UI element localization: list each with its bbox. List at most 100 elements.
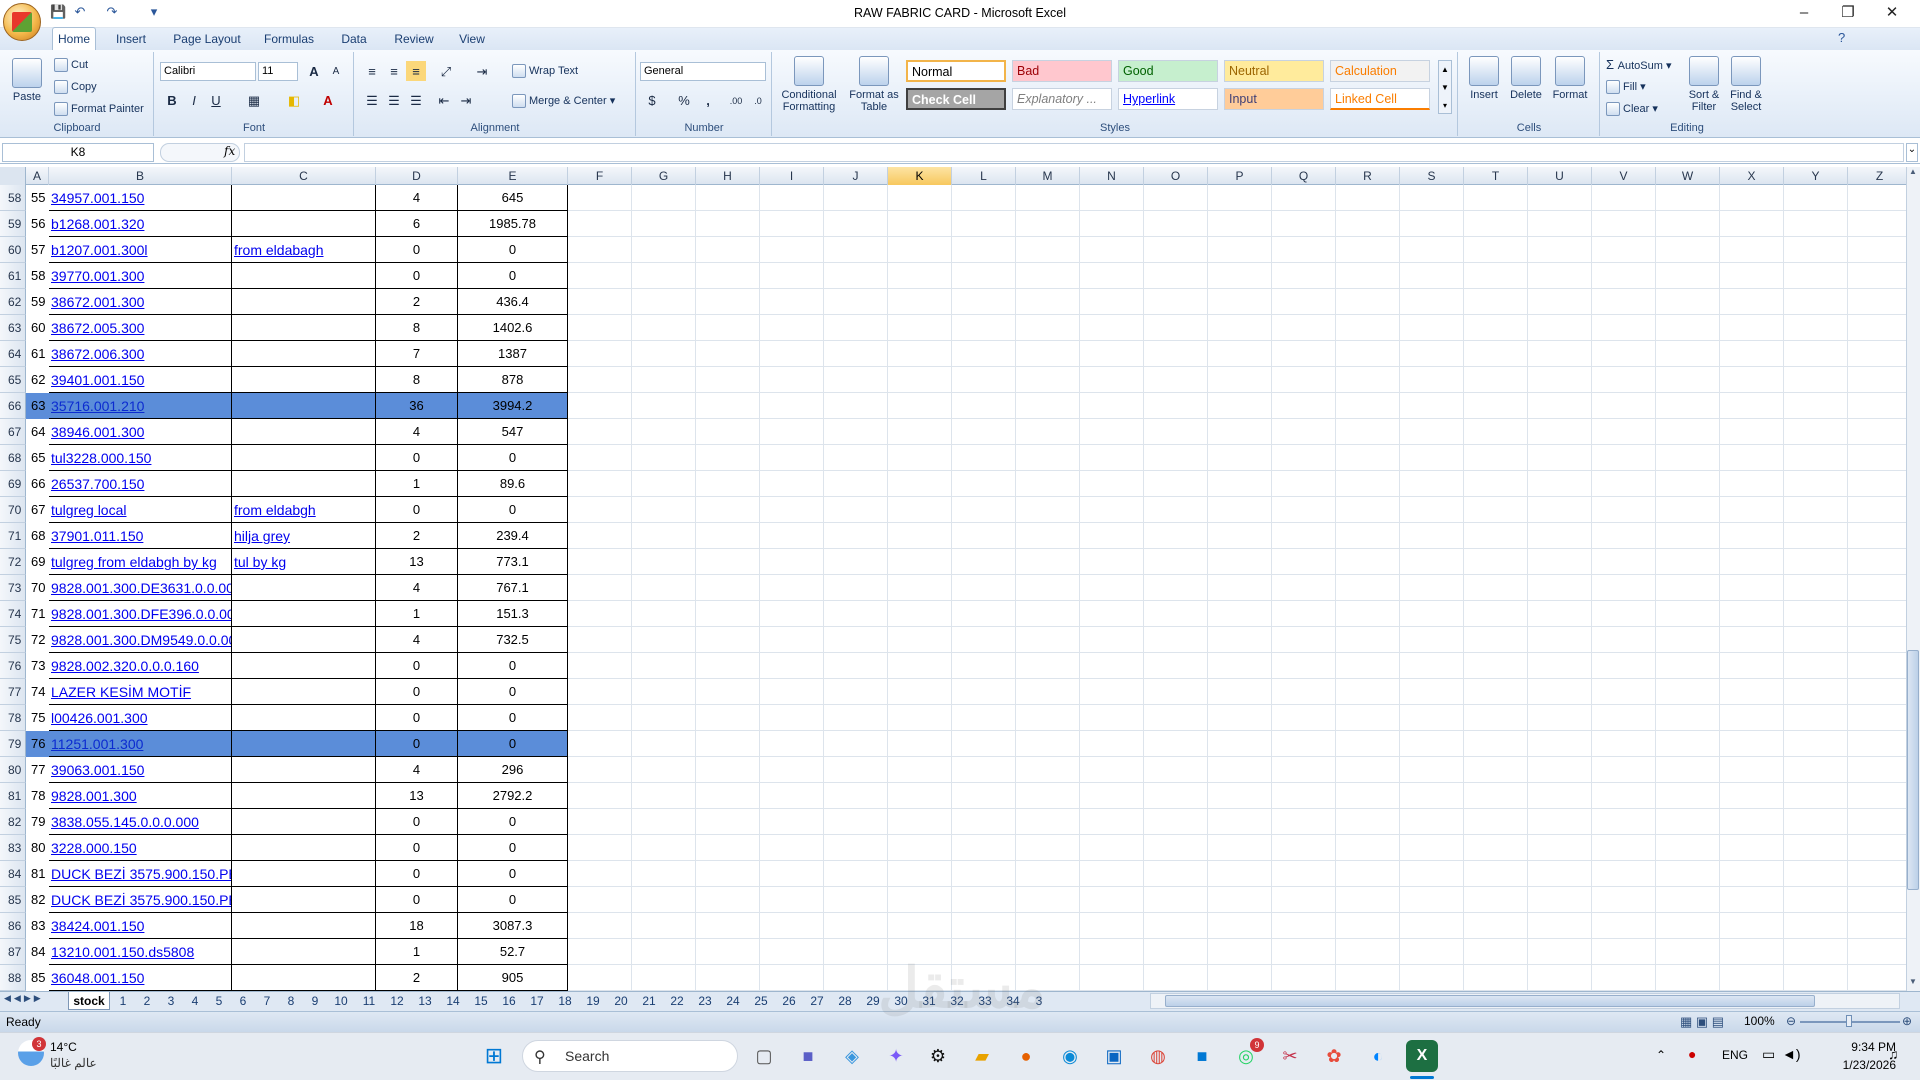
cell-e[interactable]: 0 — [458, 887, 568, 913]
hyperlink[interactable]: 39063.001.150 — [51, 762, 144, 778]
cell-c[interactable] — [232, 627, 376, 653]
help-icon[interactable]: ? — [1838, 30, 1845, 45]
cell-c[interactable] — [232, 315, 376, 341]
sheet-tab[interactable]: 2 — [136, 992, 158, 1010]
column-header-b[interactable]: B — [49, 167, 232, 185]
row-header[interactable]: 78 — [0, 705, 26, 731]
cell-a[interactable]: 57 — [26, 237, 49, 263]
cell-e[interactable]: 0 — [458, 861, 568, 887]
sheet-tab[interactable]: 21 — [636, 992, 662, 1010]
autosum-button[interactable]: Σ AutoSum ▾ — [1606, 58, 1671, 73]
name-box[interactable]: K8 — [2, 143, 154, 162]
cell-d[interactable]: 0 — [376, 263, 458, 289]
cell-a[interactable]: 56 — [26, 211, 49, 237]
cell-d[interactable]: 0 — [376, 445, 458, 471]
cell-a[interactable]: 72 — [26, 627, 49, 653]
cell-e[interactable]: 0 — [458, 835, 568, 861]
hyperlink[interactable]: 26537.700.150 — [51, 476, 144, 492]
row-header[interactable]: 72 — [0, 549, 26, 575]
style-calculation[interactable]: Calculation — [1330, 60, 1430, 82]
cell-d[interactable]: 18 — [376, 913, 458, 939]
column-header-t[interactable]: T — [1464, 167, 1528, 185]
sheet-tab[interactable]: 4 — [184, 992, 206, 1010]
cell-a[interactable]: 77 — [26, 757, 49, 783]
row-header[interactable]: 75 — [0, 627, 26, 653]
column-header-g[interactable]: G — [632, 167, 696, 185]
sort-filter-button[interactable]: Sort & Filter — [1684, 56, 1724, 113]
currency-button[interactable]: $ — [642, 90, 662, 110]
cell-c[interactable] — [232, 289, 376, 315]
row-header[interactable]: 87 — [0, 939, 26, 965]
column-header-n[interactable]: N — [1080, 167, 1144, 185]
column-header-y[interactable]: Y — [1784, 167, 1848, 185]
cell-c[interactable]: tul by kg — [232, 549, 376, 575]
cell-d[interactable]: 0 — [376, 731, 458, 757]
vertical-scroll-thumb[interactable] — [1907, 650, 1919, 890]
tab-view[interactable]: View — [450, 28, 494, 50]
style-check-cell[interactable]: Check Cell — [906, 88, 1006, 110]
cell-d[interactable]: 8 — [376, 315, 458, 341]
column-header-o[interactable]: O — [1144, 167, 1208, 185]
style-normal[interactable]: Normal — [906, 60, 1006, 82]
cell-d[interactable]: 0 — [376, 497, 458, 523]
decrease-decimal-icon[interactable]: .0 — [748, 90, 768, 110]
hyperlink[interactable]: tulgreg from eldabgh by kg — [51, 554, 217, 570]
sheet-tab[interactable]: 9 — [304, 992, 326, 1010]
minimize-button[interactable]: – — [1782, 0, 1826, 26]
sheet-tab[interactable]: 1 — [112, 992, 134, 1010]
hyperlink[interactable]: 9828.002.320.0.0.0.160 — [51, 658, 199, 674]
paint-icon[interactable]: ✿ — [1318, 1040, 1350, 1072]
cell-a[interactable]: 78 — [26, 783, 49, 809]
zoom-in-icon[interactable]: ⊕ — [1902, 1014, 1912, 1028]
sheet-tab[interactable]: 15 — [468, 992, 494, 1010]
row-header[interactable]: 64 — [0, 341, 26, 367]
align-center-icon[interactable]: ☰ — [384, 90, 404, 110]
sheet-tab[interactable]: 3 — [160, 992, 182, 1010]
widgets-icon[interactable]: ◈ — [836, 1040, 868, 1072]
cell-c[interactable] — [232, 783, 376, 809]
cell-c[interactable] — [232, 653, 376, 679]
cell-b[interactable]: 11251.001.300 — [49, 731, 232, 757]
column-header-i[interactable]: I — [760, 167, 824, 185]
sheet-tab[interactable]: 17 — [524, 992, 550, 1010]
cell-c[interactable] — [232, 471, 376, 497]
cut-button[interactable]: Cut — [54, 58, 88, 72]
sheet-tab[interactable]: 19 — [580, 992, 606, 1010]
cell-d[interactable]: 4 — [376, 627, 458, 653]
cell-d[interactable]: 2 — [376, 289, 458, 315]
cell-e[interactable]: 151.3 — [458, 601, 568, 627]
cell-b[interactable]: DUCK BEZİ 3575.900.150.PBM1739 MAVİ.0.0.… — [49, 887, 232, 913]
style-linked-cell[interactable]: Linked Cell — [1330, 88, 1430, 110]
cell-d[interactable]: 0 — [376, 679, 458, 705]
hyperlink[interactable]: 35716.001.210 — [51, 398, 144, 414]
cell-d[interactable]: 0 — [376, 835, 458, 861]
hyperlink[interactable]: 9828.001.300.DFE396.0.0.000 — [51, 606, 231, 622]
cell-b[interactable]: 34957.001.150 — [49, 185, 232, 211]
align-right-icon[interactable]: ☰ — [406, 90, 426, 110]
cell-d[interactable]: 13 — [376, 783, 458, 809]
notification-bell-icon[interactable]: ♫ — [1888, 1046, 1899, 1062]
hyperlink[interactable]: 13210.001.150.ds5808 — [51, 944, 194, 960]
increase-decimal-icon[interactable]: .00 — [726, 90, 746, 110]
cell-d[interactable]: 1 — [376, 939, 458, 965]
cell-c[interactable] — [232, 887, 376, 913]
row-header[interactable]: 67 — [0, 419, 26, 445]
cell-b[interactable]: 9828.001.300.DE3631.0.0.000 — [49, 575, 232, 601]
cell-a[interactable]: 73 — [26, 653, 49, 679]
edge-icon[interactable]: ◉ — [1054, 1040, 1086, 1072]
style-hyperlink[interactable]: Hyperlink — [1118, 88, 1218, 110]
column-header-w[interactable]: W — [1656, 167, 1720, 185]
zoom-out-icon[interactable]: ⊖ — [1786, 1014, 1796, 1028]
chrome-icon[interactable]: ◍ — [1142, 1040, 1174, 1072]
hyperlink[interactable]: l00426.001.300 — [51, 710, 148, 726]
align-left-icon[interactable]: ☰ — [362, 90, 382, 110]
expand-formula-icon[interactable]: ⌄ — [1906, 143, 1918, 162]
taskbar-search[interactable]: Search — [522, 1040, 738, 1072]
cell-a[interactable]: 76 — [26, 731, 49, 757]
scroll-down-icon[interactable]: ▼ — [1907, 977, 1919, 991]
cell-b[interactable]: 39770.001.300 — [49, 263, 232, 289]
cell-e[interactable]: 1387 — [458, 341, 568, 367]
cell-c[interactable] — [232, 861, 376, 887]
cell-e[interactable]: 645 — [458, 185, 568, 211]
style-input[interactable]: Input — [1224, 88, 1324, 110]
